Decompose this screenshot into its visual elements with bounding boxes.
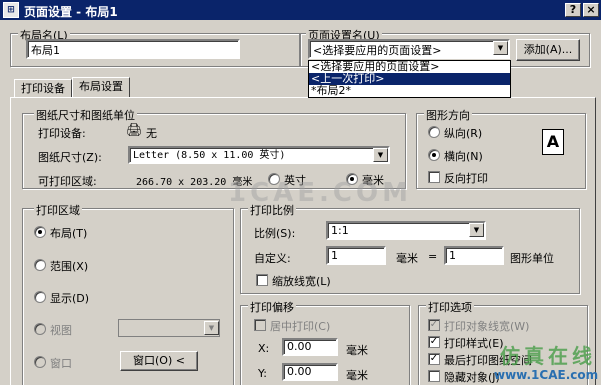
plot-area-extents-label: 范围(X) (50, 260, 89, 273)
offset-y-input[interactable]: 0.00 (282, 363, 338, 381)
chevron-down-icon[interactable]: ▼ (469, 223, 484, 237)
offset-x-unit: 毫米 (346, 344, 368, 357)
page-setup-select[interactable]: <选择要应用的页面设置> ▼ (308, 39, 510, 59)
watermark-url: www.1CAE.com (494, 368, 599, 382)
printable-area-label: 可打印区域: (38, 175, 97, 188)
chevron-down-icon[interactable]: ▼ (493, 41, 508, 55)
tab-plot-device[interactable]: 打印设备 (14, 79, 72, 98)
page-setup-dropdown-list: <选择要应用的页面设置> <上一次打印> *布局2* (308, 60, 511, 98)
paperspace-last-checkbox[interactable]: ✓ (428, 353, 440, 365)
printer-icon: 🖨 (126, 123, 143, 138)
portrait-radio[interactable] (428, 126, 440, 138)
plot-area-display-label: 显示(D) (50, 292, 90, 305)
plot-styles-checkbox[interactable]: ✓ (428, 336, 440, 348)
autocad-app-icon: ⊞ (3, 2, 19, 18)
plot-scale-group: 打印比例 比例(S): 1:1 ▼ 自定义: 1 毫米 = 1 图形单位 缩放线… (240, 202, 580, 294)
plot-area-group: 打印区域 布局(T) 范围(X) 显示(D) 视图 ▼ 窗口 窗口(O) < (22, 202, 234, 385)
offset-x-input[interactable]: 0.00 (282, 338, 338, 356)
device-label: 打印设备: (38, 127, 86, 140)
plot-area-layout-label: 布局(T) (50, 227, 88, 240)
landscape-page-icon: A (542, 129, 564, 155)
custom-scale-mm-input[interactable]: 1 (326, 246, 386, 265)
center-plot-checkbox[interactable] (254, 319, 266, 331)
custom-scale-unit1: 毫米 (396, 252, 418, 265)
plot-area-extents-radio[interactable] (34, 259, 46, 271)
plot-area-layout-radio[interactable] (34, 226, 46, 238)
paper-size-select[interactable]: Letter (8.50 x 11.00 英寸) ▼ (128, 146, 390, 164)
custom-scale-unit2: 图形单位 (510, 252, 554, 265)
window-pick-button[interactable]: 窗口(O) < (120, 351, 198, 371)
add-page-setup-button[interactable]: 添加(A)... (516, 39, 580, 61)
center-plot-label: 居中打印(C) (270, 320, 331, 333)
reverse-plot-checkbox[interactable] (428, 171, 440, 183)
watermark-center: 1CAE.COM (228, 178, 412, 208)
plot-area-group-title: 打印区域 (34, 202, 82, 218)
scale-value: 1:1 (331, 224, 349, 237)
orientation-group: 图形方向 纵向(R) 横向(N) 反向打印 A (416, 107, 586, 189)
tab-layout-settings[interactable]: 布局设置 (72, 77, 130, 98)
page-setup-selected: <选择要应用的页面设置> (313, 44, 442, 57)
hide-objects-label: 隐藏对象(J) (444, 371, 500, 384)
hide-objects-checkbox[interactable] (428, 370, 440, 382)
device-value: 无 (146, 127, 157, 140)
scale-select[interactable]: 1:1 ▼ (326, 221, 486, 240)
window-title: 页面设置 - 布局1 (24, 5, 118, 19)
close-button[interactable]: × (583, 3, 599, 17)
plot-area-view-radio[interactable] (34, 323, 46, 335)
view-select[interactable]: ▼ (118, 319, 220, 337)
orientation-group-title: 图形方向 (424, 107, 472, 123)
plot-lineweights-checkbox[interactable]: ✓ (428, 319, 440, 331)
landscape-radio[interactable] (428, 149, 440, 161)
plot-styles-label: 打印样式(E) (444, 337, 504, 350)
plot-lineweights-label: 打印对象线宽(W) (444, 320, 530, 333)
plot-offset-group: 打印偏移 居中打印(C) X: 0.00 毫米 Y: 0.00 毫米 (240, 299, 410, 385)
paper-size-group-title: 图纸尺寸和图纸单位 (34, 107, 137, 123)
plot-options-group-title: 打印选项 (426, 299, 474, 315)
plot-area-display-radio[interactable] (34, 291, 46, 303)
custom-scale-label: 自定义: (254, 252, 291, 265)
equals-sign: = (428, 250, 438, 263)
watermark-brand: 仿真在线 (500, 344, 596, 368)
dropdown-option[interactable]: *布局2* (311, 85, 508, 97)
portrait-label: 纵向(R) (444, 127, 483, 140)
plot-area-window-label: 窗口 (50, 357, 72, 370)
scale-lineweights-label: 缩放线宽(L) (272, 275, 331, 288)
paper-size-label: 图纸尺寸(Z): (38, 151, 102, 164)
chevron-down-icon[interactable]: ▼ (204, 321, 219, 335)
landscape-label: 横向(N) (444, 150, 483, 163)
scale-lineweights-checkbox[interactable] (256, 274, 268, 286)
reverse-plot-label: 反向打印 (444, 172, 488, 185)
offset-y-unit: 毫米 (346, 369, 368, 382)
plot-area-window-radio[interactable] (34, 356, 46, 368)
layout-name-input[interactable]: 布局1 (26, 39, 240, 59)
chevron-down-icon[interactable]: ▼ (373, 148, 388, 162)
scale-label: 比例(S): (254, 227, 296, 240)
custom-scale-units-input[interactable]: 1 (444, 246, 504, 265)
paper-size-group: 图纸尺寸和图纸单位 打印设备: 🖨 无 图纸尺寸(Z): Letter (8.5… (22, 107, 406, 189)
help-button[interactable]: ? (565, 3, 581, 17)
paper-size-value: Letter (8.50 x 11.00 英寸) (133, 150, 286, 161)
offset-x-label: X: (258, 342, 270, 355)
layout-name-group: 布局名(L) 布局1 (10, 27, 300, 67)
plot-area-view-label: 视图 (50, 324, 72, 337)
title-bar: ⊞ 页面设置 - 布局1 ? × (0, 0, 601, 20)
plot-offset-group-title: 打印偏移 (248, 299, 296, 315)
offset-y-label: Y: (258, 367, 267, 380)
